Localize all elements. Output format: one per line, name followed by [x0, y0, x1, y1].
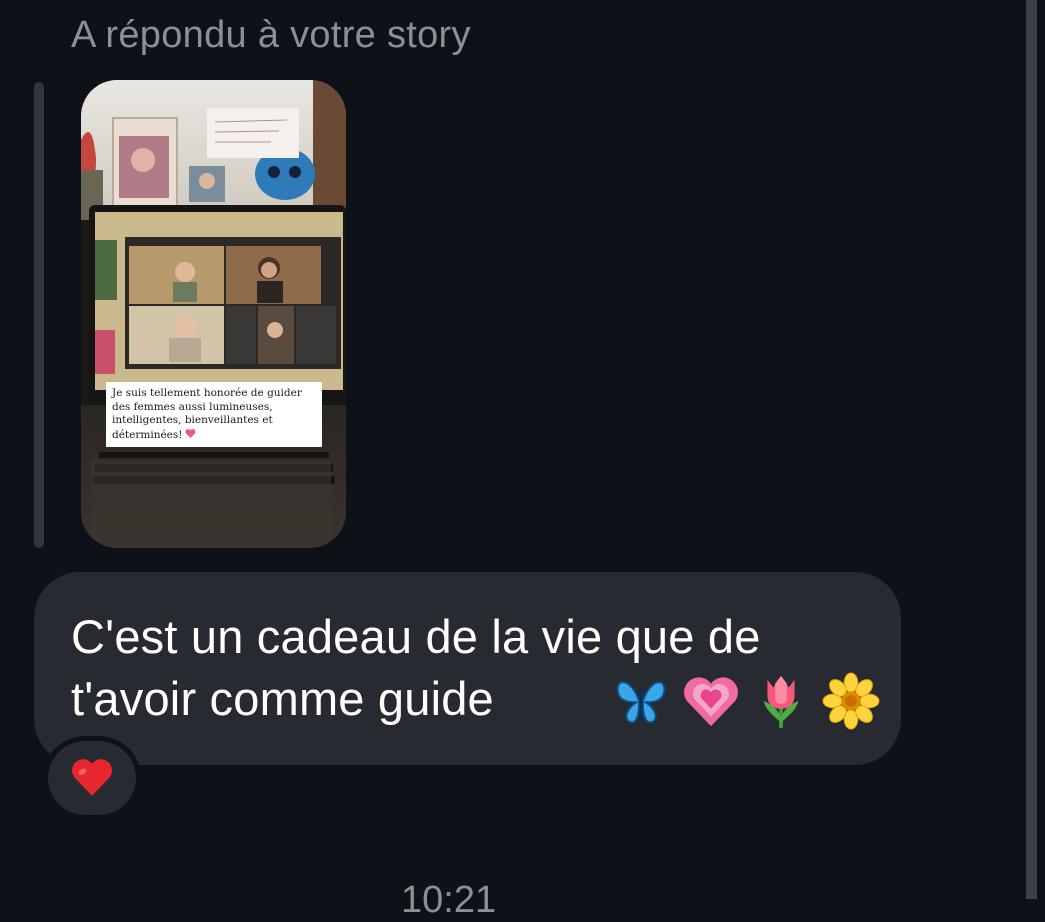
message-emojis: [612, 672, 880, 730]
message-timestamp: 10:21: [401, 879, 497, 921]
reaction-badge[interactable]: [48, 741, 136, 815]
blossom-icon: [822, 672, 880, 730]
story-photo: [81, 80, 346, 548]
scrollbar[interactable]: [1026, 0, 1037, 899]
message-bubble[interactable]: C'est un cadeau de la vie que de t'avoir…: [34, 572, 901, 765]
story-thumbnail[interactable]: Je suis tellement honorée de guider des …: [81, 80, 346, 548]
red-heart-icon: [71, 759, 113, 796]
story-caption-text: Je suis tellement honorée de guider des …: [112, 387, 302, 441]
reply-quote-bar: [34, 82, 44, 548]
story-caption: Je suis tellement honorée de guider des …: [106, 382, 322, 447]
tulip-icon: [763, 675, 799, 729]
butterfly-icon: [616, 681, 666, 724]
pink-heart-icon: [185, 428, 196, 439]
story-reply-header: A répondu à votre story: [71, 14, 471, 56]
growing-heart-icon: [684, 677, 738, 727]
message-text-line-1: C'est un cadeau de la vie que de: [71, 610, 761, 663]
